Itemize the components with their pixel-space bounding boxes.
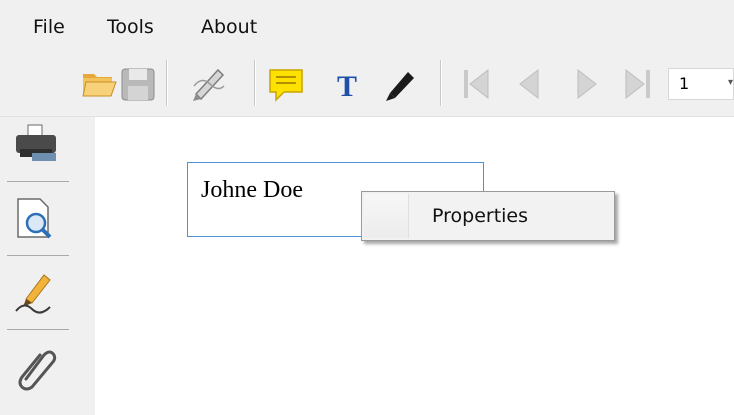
sidebar-separator	[7, 181, 69, 182]
menu-about[interactable]: About	[201, 15, 257, 39]
context-menu: Properties	[361, 191, 615, 241]
menu-file[interactable]: File	[33, 15, 65, 39]
previous-page-icon[interactable]	[510, 64, 550, 104]
last-page-icon[interactable]	[618, 64, 658, 104]
page-number-field[interactable]: 1	[668, 68, 734, 100]
text-icon[interactable]: T	[327, 64, 367, 104]
attachment-icon[interactable]	[10, 341, 60, 391]
toolbar: T 1 ▾	[0, 50, 734, 117]
pen-icon[interactable]	[380, 64, 420, 104]
next-page-icon[interactable]	[566, 64, 606, 104]
sign-icon[interactable]	[188, 64, 228, 104]
signature-icon[interactable]	[10, 267, 60, 317]
toolbar-separator	[440, 60, 442, 106]
context-menu-item-properties[interactable]: Properties	[364, 196, 612, 236]
toolbar-separator	[166, 60, 168, 106]
sidebar-separator	[7, 255, 69, 256]
print-icon[interactable]	[10, 121, 60, 171]
menu-bar: File Tools About	[0, 0, 734, 50]
toolbar-separator	[254, 60, 256, 106]
comment-icon[interactable]	[266, 64, 306, 104]
menu-tools[interactable]: Tools	[107, 15, 154, 39]
first-page-icon[interactable]	[456, 64, 496, 104]
chevron-down-icon[interactable]: ▾	[728, 78, 734, 88]
text-annotation-value: Johne Doe	[201, 177, 303, 203]
open-folder-icon[interactable]	[80, 64, 120, 104]
svg-text:T: T	[337, 70, 357, 103]
left-sidebar	[0, 117, 95, 415]
save-icon[interactable]	[118, 64, 158, 104]
zoom-preview-icon[interactable]	[10, 193, 60, 243]
context-menu-item-label: Properties	[432, 205, 529, 227]
document-canvas[interactable]: Johne Doe	[95, 117, 734, 415]
sidebar-separator	[7, 329, 69, 330]
